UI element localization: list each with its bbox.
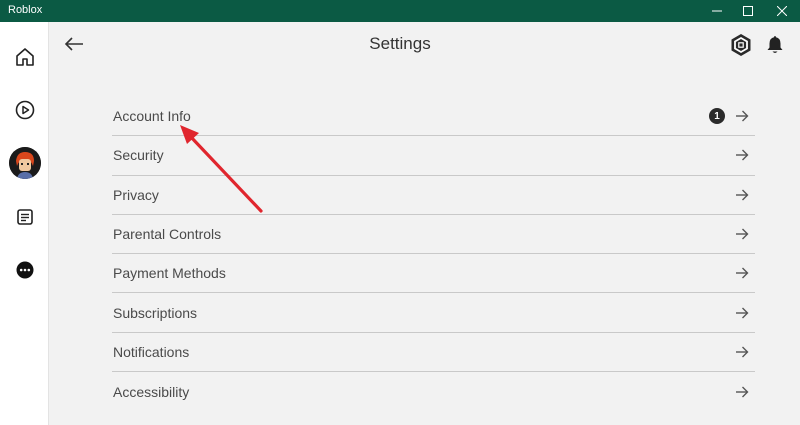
settings-item-privacy[interactable]: Privacy [112,176,755,215]
settings-item-payment-methods[interactable]: Payment Methods [112,254,755,294]
settings-item-parental-controls[interactable]: Parental Controls [112,215,755,255]
settings-item-label: Security [113,147,164,164]
notification-badge: 1 [709,108,725,125]
settings-item-label: Subscriptions [113,304,198,321]
notifications-button[interactable] [763,33,787,57]
bell-icon [767,36,783,53]
arrow-right-icon [734,384,750,400]
robux-button[interactable] [729,32,753,58]
more-dots-icon [16,261,33,279]
sidebar-item-chat[interactable] [0,197,49,237]
arrow-right-icon [734,108,750,124]
close-button[interactable] [767,0,797,22]
avatar-icon [8,147,41,179]
maximize-icon [743,6,753,16]
settings-item-account-info[interactable]: Account Info 1 [112,97,755,137]
arrow-right-icon [734,187,750,203]
settings-item-label: Account Info [113,108,191,125]
sidebar-item-home[interactable] [0,37,49,77]
arrow-right-icon [734,265,750,281]
sidebar-item-play[interactable] [0,90,49,130]
arrow-right-icon [734,226,750,242]
main-content: Settings Account Info 1 Security Privacy… [50,22,800,425]
settings-item-label: Payment Methods [113,265,226,282]
maximize-button[interactable] [733,0,763,22]
sidebar [0,22,49,425]
close-icon [777,6,787,16]
settings-item-label: Parental Controls [113,226,222,243]
minimize-button[interactable] [702,0,732,22]
settings-item-notifications[interactable]: Notifications [112,333,755,373]
play-circle-icon [15,100,34,120]
arrow-right-icon [734,305,750,321]
settings-item-label: Accessibility [113,383,190,400]
arrow-right-icon [734,344,750,360]
settings-item-accessibility[interactable]: Accessibility [112,372,755,411]
page-title: Settings [369,34,431,53]
minimize-icon [712,10,722,12]
sidebar-item-more[interactable] [0,250,49,290]
title-bar: Roblox [0,0,800,22]
settings-item-security[interactable]: Security [112,136,755,176]
avatar [8,147,41,179]
sidebar-item-avatar[interactable] [0,143,49,183]
home-icon [15,48,34,66]
notes-icon [16,209,33,225]
settings-item-label: Notifications [113,343,190,360]
settings-item-label: Privacy [113,186,159,203]
settings-list: Account Info 1 Security Privacy Parental… [112,97,755,411]
settings-item-subscriptions[interactable]: Subscriptions [112,293,755,333]
window-title: Roblox [8,4,43,16]
robux-icon [731,34,751,56]
arrow-right-icon [734,147,750,163]
